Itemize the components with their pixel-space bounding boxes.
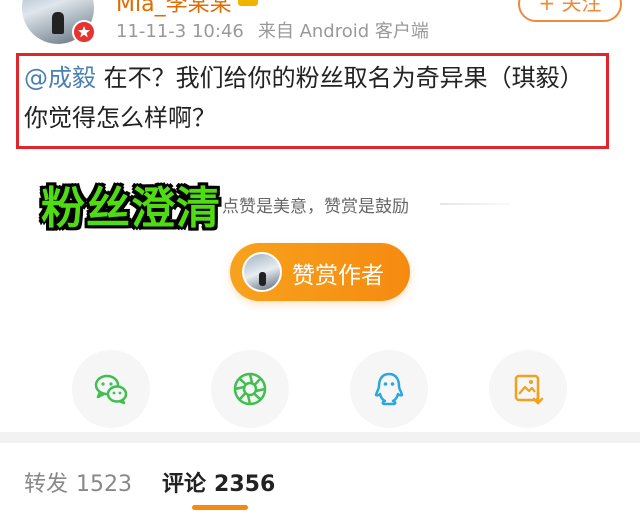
user-level-badge-icon bbox=[238, 0, 258, 6]
save-image-icon bbox=[514, 374, 544, 405]
reward-button-label: 赞赏作者 bbox=[292, 263, 384, 289]
follow-button[interactable]: + 关注 bbox=[518, 0, 622, 22]
tab-comments-label: 评论 bbox=[162, 472, 207, 497]
post-text: @成毅 在不？我们给你的粉丝取名为奇异果（琪毅）你觉得怎么样啊？ bbox=[24, 58, 600, 138]
reward-author-button[interactable]: 赞赏作者 bbox=[230, 243, 410, 301]
reward-caption: 点赞是美意，赞赏是鼓励 bbox=[222, 197, 409, 217]
post-source: 来自 Android 客户端 bbox=[257, 21, 429, 42]
tab-comments[interactable]: 评论 2356 bbox=[162, 466, 275, 498]
qq-icon bbox=[374, 372, 404, 406]
mention-link[interactable]: @成毅 bbox=[24, 64, 96, 92]
verified-badge-icon bbox=[72, 20, 96, 44]
reward-divider bbox=[440, 203, 510, 205]
tab-comments-count: 2356 bbox=[214, 472, 276, 497]
share-moments-button[interactable] bbox=[211, 350, 289, 428]
overlay-caption: 粉丝澄清 bbox=[41, 183, 221, 234]
post-timestamp: 11-11-3 10:46 bbox=[116, 21, 244, 42]
username[interactable]: Mia_李某某 bbox=[116, 0, 232, 18]
tab-repost[interactable]: 转发 1523 bbox=[24, 466, 132, 498]
tab-repost-label: 转发 bbox=[24, 472, 69, 497]
active-tab-indicator bbox=[192, 505, 248, 510]
section-divider bbox=[0, 432, 640, 443]
author-avatar bbox=[242, 252, 282, 292]
wechat-icon bbox=[94, 374, 128, 405]
share-qq-button[interactable] bbox=[350, 350, 428, 428]
post-body: 在不？我们给你的粉丝取名为奇异果（琪毅）你觉得怎么样啊？ bbox=[24, 64, 584, 132]
post-meta: 11-11-3 10:46 来自 Android 客户端 bbox=[116, 17, 429, 43]
save-image-button[interactable] bbox=[489, 350, 567, 428]
tab-repost-count: 1523 bbox=[76, 472, 133, 497]
moments-icon bbox=[233, 372, 267, 406]
share-wechat-button[interactable] bbox=[72, 350, 150, 428]
